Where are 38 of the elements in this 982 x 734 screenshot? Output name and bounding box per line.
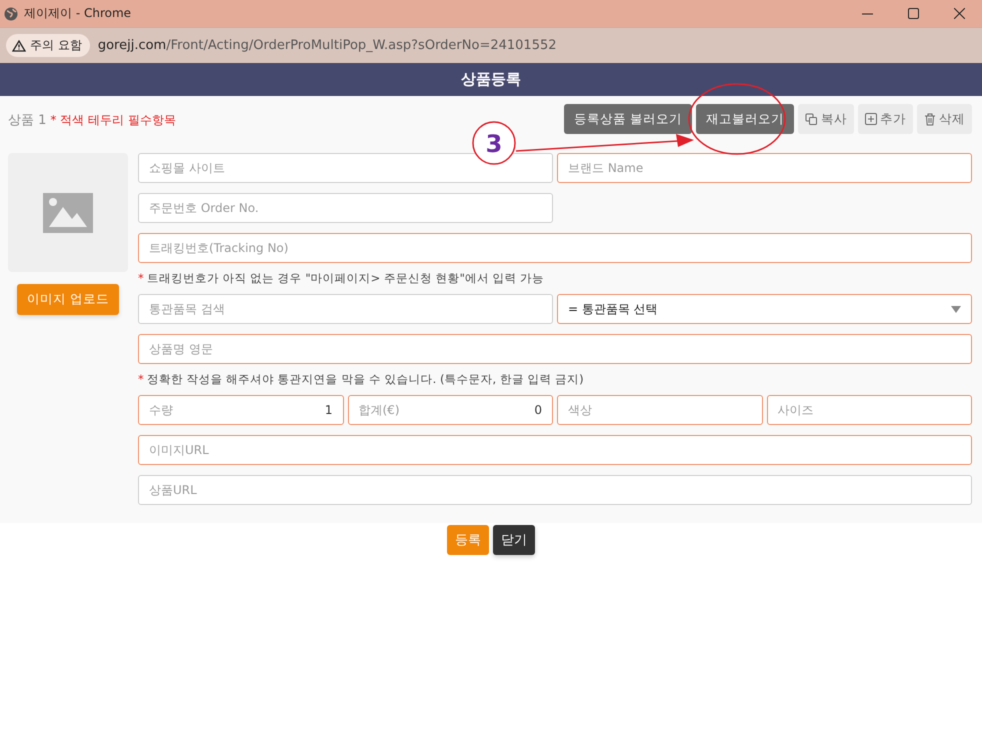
input-field[interactable]: 합계(€) 0 <box>348 395 553 425</box>
image-icon <box>43 192 93 232</box>
step-number-badge: 3 <box>472 121 516 165</box>
input-field[interactable]: 상품URL <box>138 475 972 505</box>
input-field[interactable]: 사이즈 <box>766 395 972 425</box>
add-icon <box>865 113 877 125</box>
input-field[interactable]: 이미지URL <box>138 435 972 465</box>
input-field[interactable]: 통관품목 검색 <box>138 294 553 324</box>
input-field[interactable]: 쇼핑몰 사이트 <box>138 153 553 183</box>
input-field[interactable]: 상품명 영문 <box>138 334 972 364</box>
required-note: * 적색 테두리 필수항목 <box>50 113 176 127</box>
security-warning-badge[interactable]: 주의 요함 <box>6 34 90 57</box>
toolbar-button[interactable]: 복사 <box>798 104 854 134</box>
input-field[interactable]: 주문번호 Order No. <box>138 193 553 223</box>
footer-button[interactable]: 닫기 <box>493 525 535 555</box>
copy-icon <box>805 112 818 126</box>
page-title: 상품등록 <box>461 70 521 89</box>
window-title: 제이제이 - Chrome <box>24 5 132 22</box>
minimize-icon[interactable] <box>862 12 872 14</box>
maximize-icon[interactable] <box>908 8 918 19</box>
input-field[interactable]: 색상 <box>557 395 762 425</box>
close-icon[interactable] <box>954 8 964 19</box>
input-field[interactable]: 수량 1 <box>138 395 344 425</box>
toolbar-button[interactable]: 추가 <box>858 104 913 134</box>
input-field[interactable]: 브랜드 Name <box>557 153 972 183</box>
input-field[interactable]: 트래킹번호(Tracking No) <box>138 233 972 263</box>
trash-icon <box>924 112 936 126</box>
hint-text: * 정확한 작성을 해주셔야 통관지연을 막을 수 있습니다. (특수문자, 한글 입력 금지) <box>138 372 585 387</box>
warning-icon <box>12 40 26 52</box>
toolbar-button[interactable]: 재고불러오기 <box>696 104 794 134</box>
hint-text: * 트래킹번호가 아직 없는 경우 "마이페이지> 주문신청 현황"에서 입력 가능 <box>138 271 546 286</box>
url-text[interactable]: gorejj.com/Front/Acting/OrderProMultiPop_W.asp?sOrderNo=24101552 <box>98 38 557 53</box>
dropdown-arrow-icon <box>951 306 961 312</box>
toolbar-button[interactable]: 등록상품 불러오기 <box>564 104 692 134</box>
toolbar-button[interactable]: 삭제 <box>917 104 972 134</box>
product-label: 상품 1 <box>8 113 46 128</box>
dropdown[interactable]: = 통관품목 선택 <box>557 294 972 324</box>
globe-icon <box>4 6 18 20</box>
